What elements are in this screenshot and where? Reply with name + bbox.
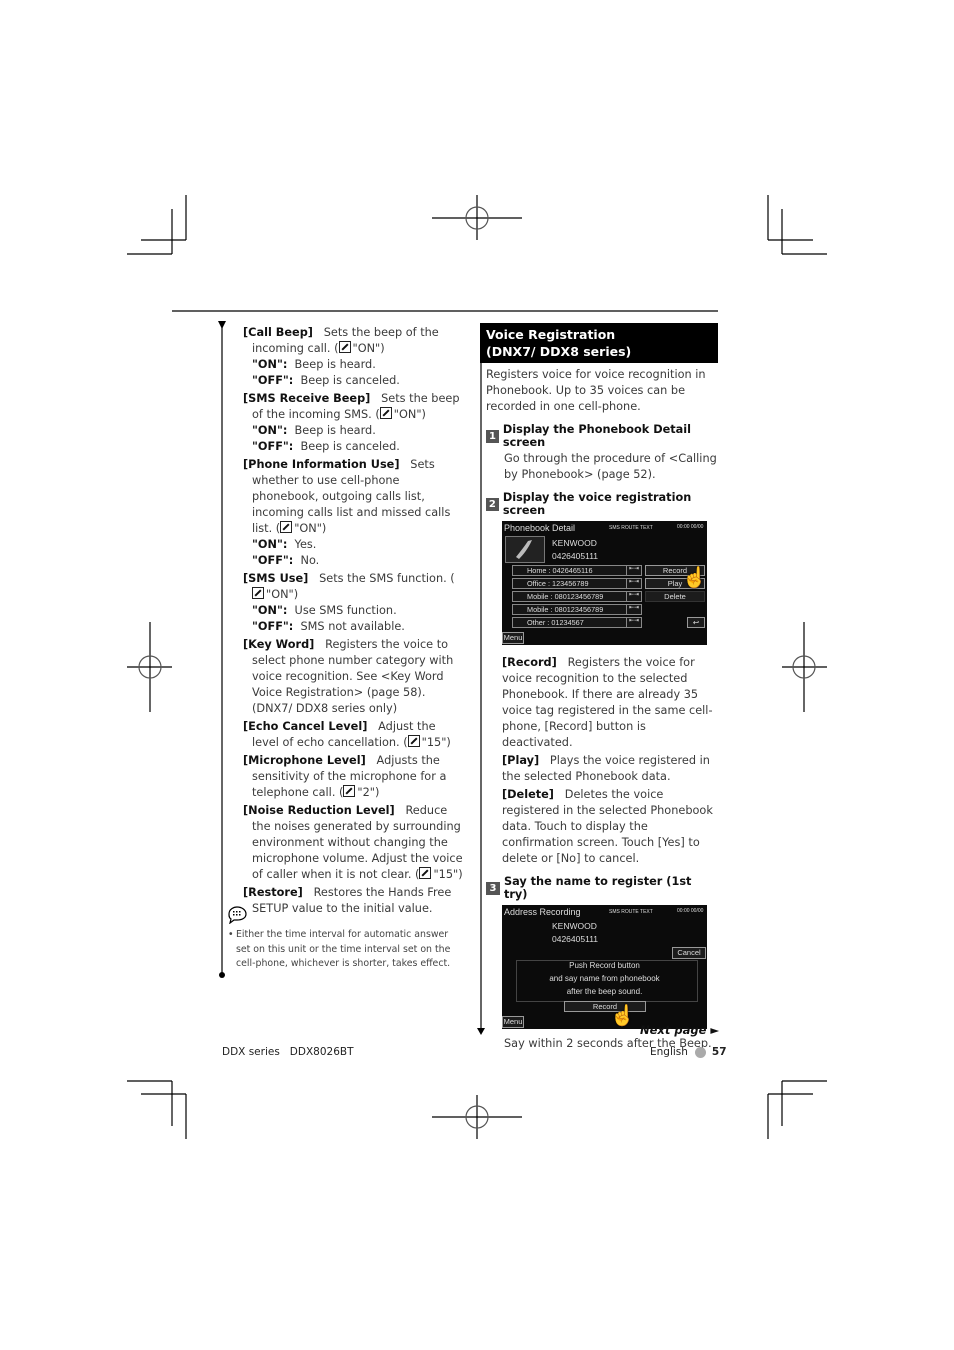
phone-entry-row[interactable]: Other : 01234567 ⇤⇥: [512, 617, 642, 628]
contact-number: 0426405111: [552, 551, 599, 561]
phone-entry-row[interactable]: Mobile : 080123456789 ⇤⇥: [512, 604, 642, 615]
definition-delete: [Delete] Deletes the voice registered in…: [502, 788, 713, 865]
setting-option: "ON": Beep is heard.: [252, 358, 376, 371]
step-1: 1 Display the Phonebook Detail screen Go …: [480, 423, 718, 483]
screen-title: Phonebook Detail: [504, 523, 576, 533]
delete-button[interactable]: Delete: [645, 591, 705, 602]
default-value-icon: [252, 587, 264, 599]
contact-name: KENWOOD: [552, 538, 597, 548]
setting-name: [SMS Use]: [243, 572, 309, 585]
default-value: "ON"): [266, 588, 299, 601]
menu-button[interactable]: Menu: [502, 632, 524, 644]
default-value: "2"): [357, 786, 380, 799]
setting-name: [Noise Reduction Level]: [243, 804, 395, 817]
page-number: 57: [711, 1046, 727, 1058]
instruction-line-3: after the beep sound.: [566, 987, 643, 996]
default-value-icon: [343, 785, 356, 797]
section-intro: Registers voice for voice recognition in…: [486, 368, 706, 413]
setting-entry: [Noise Reduction Level] Reduce the noise…: [243, 803, 465, 883]
instruction-line-2: and say name from phonebook: [549, 974, 660, 983]
cancel-button[interactable]: Cancel: [672, 947, 706, 959]
default-value: "15"): [433, 868, 463, 881]
setting-name: [Key Word]: [243, 638, 315, 651]
page-dot-icon: [694, 1046, 706, 1058]
setting-entry: [Restore] Restores the Hands Free SETUP …: [243, 885, 465, 917]
step-number: 1: [486, 429, 499, 443]
setting-entry: [Call Beep] Sets the beep of the incomin…: [243, 325, 465, 389]
phone-entry-row[interactable]: Home : 0426465116 ⇤⇥: [512, 565, 642, 576]
back-button[interactable]: ↩: [687, 617, 705, 628]
footer-series: DDX series DDX8026BT: [222, 1046, 354, 1058]
contact-number: 0426405111: [552, 934, 599, 944]
definition-record: [Record] Registers the voice for voice r…: [502, 656, 713, 749]
setting-entry: [Key Word] Registers the voice to select…: [243, 637, 465, 717]
hands-free-settings-list: [Call Beep] Sets the beep of the incomin…: [243, 325, 465, 919]
default-value-icon: [280, 521, 293, 533]
address-recording-screenshot: Address Recording SMS ROUTE TEXT 00:00 0…: [502, 905, 707, 1029]
status-indicators: SMS ROUTE TEXT: [609, 525, 653, 531]
step-2: 2 Display the voice registration screen P…: [480, 491, 718, 867]
step-title: Display the Phonebook Detail screen: [502, 423, 692, 449]
default-value-icon: [407, 735, 420, 747]
section-heading: Voice Registration (DNX7/ DDX8 series): [480, 323, 718, 363]
next-page-link[interactable]: Next page ►: [640, 1023, 719, 1037]
setting-entry: [Echo Cancel Level] Adjust the level of …: [243, 719, 465, 751]
definition-play: [Play] Plays the voice registered in the…: [502, 754, 710, 783]
default-value: "ON"): [393, 408, 426, 421]
setting-option: "OFF": SMS not available.: [252, 620, 405, 633]
screen-title: Address Recording: [504, 907, 581, 917]
clock: 00:00 00/00: [677, 908, 704, 914]
default-value: "15"): [421, 736, 451, 749]
setting-description: Sets the SMS function. (: [319, 572, 455, 585]
default-value-icon: [338, 341, 351, 353]
setting-option: "OFF": Beep is canceled.: [252, 374, 400, 387]
step-title: Display the voice registration screen: [502, 491, 692, 517]
phone-entry-row[interactable]: Office : 123456789 ⇤⇥: [512, 578, 642, 589]
instruction-line-1: Push Record button: [569, 961, 640, 970]
default-value: "ON"): [352, 342, 385, 355]
contact-name: KENWOOD: [552, 921, 597, 931]
setting-name: [Echo Cancel Level]: [243, 720, 368, 733]
step-body: Go through the procedure of <Calling by …: [504, 452, 717, 481]
setting-entry: [Microphone Level] Adjusts the sensitivi…: [243, 753, 465, 801]
setting-option: "OFF": Beep is canceled.: [252, 440, 400, 453]
section-title: Voice Registration: [486, 327, 616, 342]
status-indicators: SMS ROUTE TEXT: [609, 909, 653, 915]
setting-option: "ON": Yes.: [252, 538, 317, 551]
phone-entry-row[interactable]: Mobile : 080123456789 ⇤⇥: [512, 591, 642, 602]
button-definitions: [Record] Registers the voice for voice r…: [502, 655, 718, 867]
setting-name: [Restore]: [243, 886, 303, 899]
setting-entry: [Phone Information Use] Sets whether to …: [243, 457, 465, 569]
step-number: 2: [486, 497, 499, 511]
setting-name: [SMS Receive Beep]: [243, 392, 371, 405]
menu-button[interactable]: Menu: [502, 1016, 524, 1028]
default-value-icon: [419, 867, 432, 879]
pointing-hand-icon: ☝: [682, 567, 707, 589]
step-title: Say the name to register (1st try): [503, 875, 692, 901]
pointing-hand-icon: ☝: [610, 1005, 635, 1027]
note-speech-bubble-icon: [228, 906, 247, 924]
setting-name: [Call Beep]: [243, 326, 313, 339]
setting-option: "ON": Beep is heard.: [252, 424, 376, 437]
note-bullet: •: [228, 929, 234, 940]
setting-name: [Microphone Level]: [243, 754, 366, 767]
step-number: 3: [486, 881, 500, 895]
footer-language: English: [650, 1046, 688, 1058]
setting-option: "ON": Use SMS function.: [252, 604, 397, 617]
section-subtitle: (DNX7/ DDX8 series): [486, 344, 632, 359]
clock: 00:00 00/00: [677, 524, 704, 530]
note-text: Either the time interval for automatic a…: [236, 929, 451, 970]
default-value: "ON"): [294, 522, 327, 535]
setting-entry: [SMS Use] Sets the SMS function. ( "ON") "…: [243, 571, 465, 635]
print-registration-marks: [127, 195, 827, 1139]
default-value-icon: [379, 407, 392, 419]
setting-option: "OFF": No.: [252, 554, 320, 567]
phone-handset-icon: [505, 536, 545, 563]
footer-page-info: English 57: [650, 1046, 727, 1058]
phonebook-detail-screenshot: Phonebook Detail SMS ROUTE TEXT 00:00 00…: [502, 521, 707, 645]
setting-entry: [SMS Receive Beep] Sets the beep of the …: [243, 391, 465, 455]
note: • Either the time interval for automatic…: [228, 928, 458, 972]
setting-name: [Phone Information Use]: [243, 458, 400, 471]
voice-registration-section: Voice Registration (DNX7/ DDX8 series) R…: [480, 323, 718, 1050]
